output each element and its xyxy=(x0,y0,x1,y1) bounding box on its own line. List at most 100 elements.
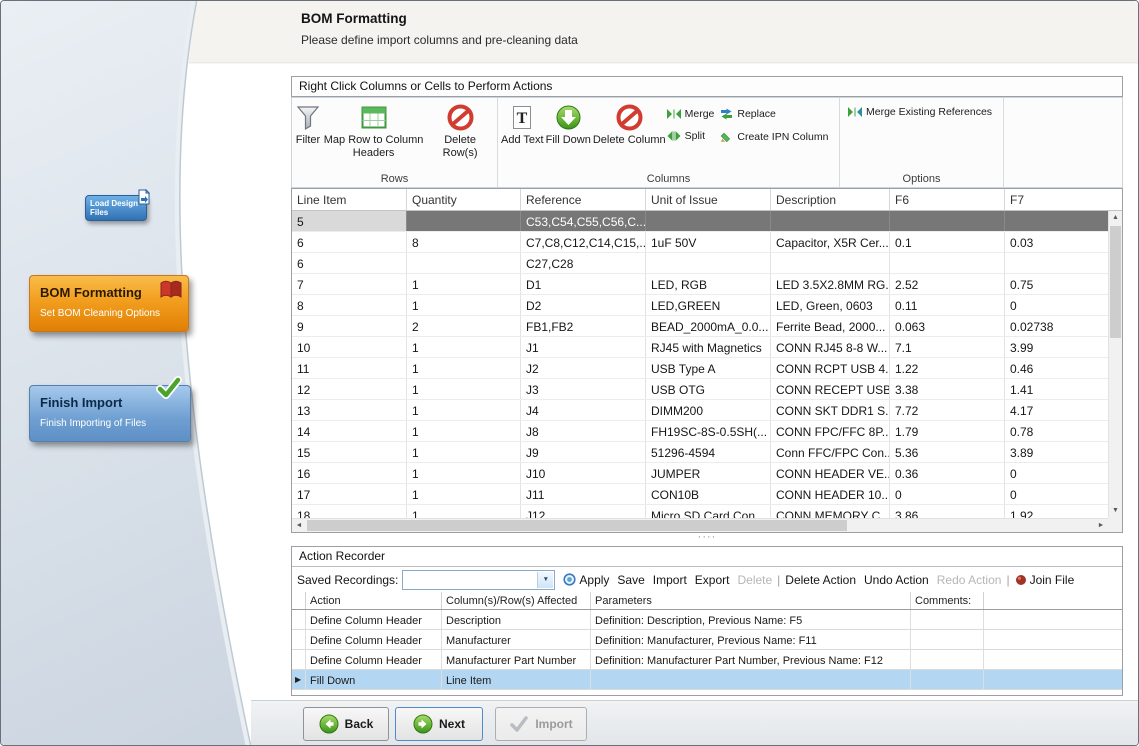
action-row[interactable]: Define Column Header Manufacturer Defini… xyxy=(292,630,1122,650)
table-row[interactable]: 8 1 D2 LED,GREEN LED, Green, 0603 0.11 0 xyxy=(292,295,1108,316)
table-row[interactable]: 17 1 J11 CON10B CONN HEADER 10... 0 0 xyxy=(292,484,1108,505)
cell-description[interactable]: CONN RCPT USB 4... xyxy=(771,358,890,378)
step-finish-import[interactable]: Finish Import Finish Importing of Files xyxy=(29,385,191,442)
cell-comments[interactable] xyxy=(911,670,984,689)
cell-f7[interactable]: 0.46 xyxy=(1005,358,1108,378)
table-row[interactable]: 12 1 J3 USB OTG CONN RECEPT USB... 3.38 … xyxy=(292,379,1108,400)
cell-f7[interactable]: 0 xyxy=(1005,484,1108,504)
cell-f6[interactable]: 0.063 xyxy=(890,316,1005,336)
next-button[interactable]: Next xyxy=(395,707,483,741)
cell-f7[interactable]: 1.92 xyxy=(1005,505,1108,518)
cell-quantity[interactable]: 1 xyxy=(407,463,521,483)
cell-unit-of-issue[interactable]: 1uF 50V xyxy=(646,232,771,252)
cell-reference[interactable]: FB1,FB2 xyxy=(521,316,646,336)
cell-quantity[interactable]: 1 xyxy=(407,421,521,441)
action-row[interactable]: Define Column Header Manufacturer Part N… xyxy=(292,650,1122,670)
cell-description[interactable]: LED 3.5X2.8MM RG... xyxy=(771,274,890,294)
cell-action[interactable]: Define Column Header xyxy=(306,630,442,649)
cell-line-item[interactable]: 6 xyxy=(292,253,407,273)
table-row[interactable]: 6 C27,C28 xyxy=(292,253,1108,274)
horizontal-scrollbar-thumb[interactable] xyxy=(307,520,847,531)
scroll-up-icon[interactable]: ▲ xyxy=(1109,211,1122,225)
cell-unit-of-issue[interactable]: Micro SD Card Con... xyxy=(646,505,771,518)
delete-column-button[interactable]: Delete Column xyxy=(592,103,667,148)
undo-action-button[interactable]: Undo Action xyxy=(864,573,929,587)
cell-line-item[interactable]: 8 xyxy=(292,295,407,315)
cell-f6[interactable]: 7.1 xyxy=(890,337,1005,357)
cell-reference[interactable]: J11 xyxy=(521,484,646,504)
cell-description[interactable]: CONN HEADER 10... xyxy=(771,484,890,504)
cell-unit-of-issue[interactable]: FH19SC-8S-0.5SH(... xyxy=(646,421,771,441)
cell-quantity[interactable] xyxy=(407,211,521,231)
cell-action[interactable]: Define Column Header xyxy=(306,610,442,629)
cell-quantity[interactable]: 1 xyxy=(407,358,521,378)
cell-reference[interactable]: C27,C28 xyxy=(521,253,646,273)
cell-unit-of-issue[interactable] xyxy=(646,253,771,273)
cell-description[interactable]: CONN SKT DDR1 S... xyxy=(771,400,890,420)
merge-existing-references-button[interactable]: Merge Existing References xyxy=(842,103,992,118)
cell-f7[interactable]: 4.17 xyxy=(1005,400,1108,420)
cell-quantity[interactable]: 1 xyxy=(407,400,521,420)
cell-description[interactable] xyxy=(771,253,890,273)
column-header-reference[interactable]: Reference xyxy=(521,189,646,210)
saved-recordings-select[interactable]: ▼ xyxy=(402,570,555,590)
step-bom-formatting[interactable]: BOM Formatting Set BOM Cleaning Options xyxy=(29,275,189,332)
cell-line-item[interactable]: 11 xyxy=(292,358,407,378)
cell-description[interactable]: LED, Green, 0603 xyxy=(771,295,890,315)
cell-f6[interactable]: 1.22 xyxy=(890,358,1005,378)
cell-f7[interactable] xyxy=(1005,253,1108,273)
cell-line-item[interactable]: 16 xyxy=(292,463,407,483)
cell-description[interactable]: CONN RECEPT USB... xyxy=(771,379,890,399)
cell-f6[interactable]: 0.36 xyxy=(890,463,1005,483)
cell-f6[interactable]: 0 xyxy=(890,484,1005,504)
cell-description[interactable]: Ferrite Bead, 2000... xyxy=(771,316,890,336)
cell-reference[interactable]: J2 xyxy=(521,358,646,378)
cell-line-item[interactable]: 6 xyxy=(292,232,407,252)
import-recording-button[interactable]: Import xyxy=(653,573,687,587)
action-column-header[interactable]: Action xyxy=(306,592,442,609)
cell-f6[interactable]: 5.36 xyxy=(890,442,1005,462)
action-row[interactable]: Define Column Header Description Definit… xyxy=(292,610,1122,630)
cell-quantity[interactable]: 1 xyxy=(407,337,521,357)
column-header-line-item[interactable]: Line Item xyxy=(292,189,407,210)
cell-affected[interactable]: Manufacturer Part Number xyxy=(442,650,591,669)
table-row[interactable]: 9 2 FB1,FB2 BEAD_2000mA_0.0... Ferrite B… xyxy=(292,316,1108,337)
cell-reference[interactable]: J3 xyxy=(521,379,646,399)
table-row[interactable]: 5 C53,C54,C55,C56,C... xyxy=(292,211,1108,232)
cell-comments[interactable] xyxy=(911,630,984,649)
column-header-f7[interactable]: F7 xyxy=(1005,189,1122,210)
cell-description[interactable]: Conn FFC/FPC Con... xyxy=(771,442,890,462)
table-row[interactable]: 14 1 J8 FH19SC-8S-0.5SH(... CONN FPC/FFC… xyxy=(292,421,1108,442)
cell-unit-of-issue[interactable]: LED, RGB xyxy=(646,274,771,294)
cell-line-item[interactable]: 13 xyxy=(292,400,407,420)
cell-quantity[interactable]: 1 xyxy=(407,274,521,294)
cell-f6[interactable]: 1.79 xyxy=(890,421,1005,441)
table-row[interactable]: 15 1 J9 51296-4594 Conn FFC/FPC Con... 5… xyxy=(292,442,1108,463)
table-row[interactable]: 11 1 J2 USB Type A CONN RCPT USB 4... 1.… xyxy=(292,358,1108,379)
cell-f6[interactable]: 0.11 xyxy=(890,295,1005,315)
cell-quantity[interactable]: 2 xyxy=(407,316,521,336)
cell-quantity[interactable] xyxy=(407,253,521,273)
cell-unit-of-issue[interactable]: USB OTG xyxy=(646,379,771,399)
scroll-right-icon[interactable]: ► xyxy=(1094,519,1108,533)
cell-reference[interactable]: D2 xyxy=(521,295,646,315)
column-header-quantity[interactable]: Quantity xyxy=(407,189,521,210)
scroll-left-icon[interactable]: ◄ xyxy=(292,519,306,533)
cell-quantity[interactable]: 1 xyxy=(407,295,521,315)
cell-description[interactable]: CONN HEADER VE... xyxy=(771,463,890,483)
replace-button[interactable]: Replace xyxy=(720,108,828,120)
cell-action[interactable]: Define Column Header xyxy=(306,650,442,669)
cell-unit-of-issue[interactable] xyxy=(646,211,771,231)
cell-quantity[interactable]: 1 xyxy=(407,505,521,518)
cell-description[interactable]: Capacitor, X5R Cer... xyxy=(771,232,890,252)
cell-f6[interactable]: 7.72 xyxy=(890,400,1005,420)
table-row[interactable]: 10 1 J1 RJ45 with Magnetics CONN RJ45 8-… xyxy=(292,337,1108,358)
column-header-description[interactable]: Description xyxy=(771,189,890,210)
cell-f7[interactable]: 3.99 xyxy=(1005,337,1108,357)
cell-description[interactable]: CONN FPC/FFC 8P... xyxy=(771,421,890,441)
cell-affected[interactable]: Line Item xyxy=(442,670,591,689)
join-file-button[interactable]: Join File xyxy=(1015,573,1075,587)
cell-line-item[interactable]: 17 xyxy=(292,484,407,504)
cell-affected[interactable]: Manufacturer xyxy=(442,630,591,649)
cell-quantity[interactable]: 1 xyxy=(407,442,521,462)
